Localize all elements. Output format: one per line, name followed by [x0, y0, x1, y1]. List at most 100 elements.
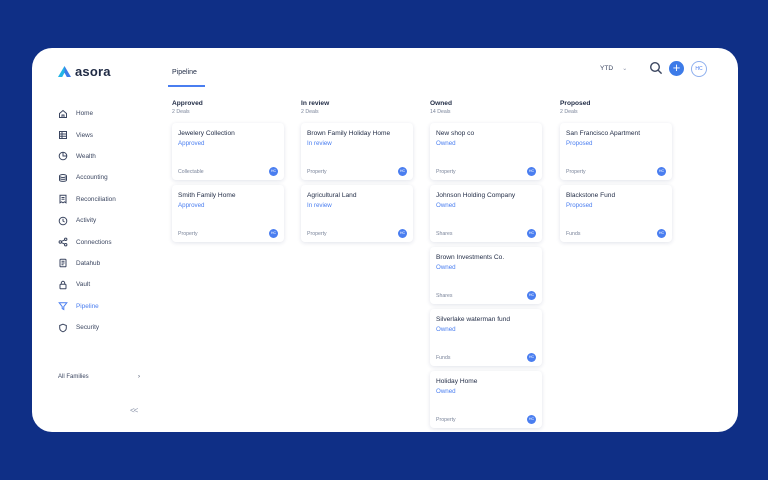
deal-type: Collectable	[178, 169, 204, 175]
period-selector[interactable]: YTD ⌄	[600, 65, 627, 72]
sidebar-item-label: Accounting	[76, 174, 108, 182]
deal-title: Jewelery Collection	[178, 130, 235, 137]
sidebar-item-label: Reconciliation	[76, 195, 116, 203]
deal-card[interactable]: Agricultural Land In review Property HC	[301, 185, 413, 242]
deal-type: Funds	[566, 231, 581, 237]
deal-card[interactable]: Jewelery Collection Approved Collectable HC	[172, 123, 284, 180]
deal-status: Owned	[436, 326, 456, 333]
owner-badge: HC	[398, 229, 407, 238]
grid-icon	[59, 131, 67, 140]
deal-title: Johnson Holding Company	[436, 192, 516, 199]
share-icon	[58, 237, 68, 247]
sidebar-item-reconciliation[interactable]: Reconciliation	[58, 189, 116, 210]
asora-logo-icon	[58, 66, 71, 77]
pipeline-column-proposed: Proposed 2 Deals San Francisco Apartment Pr…	[560, 100, 672, 247]
app-logo[interactable]: asora	[58, 64, 111, 79]
owner-badge: HC	[657, 229, 666, 238]
sidebar-item-accounting[interactable]: Accounting	[58, 167, 116, 188]
add-button[interactable]: +	[669, 61, 684, 76]
column-title: Proposed	[560, 100, 591, 107]
owner-badge: HC	[269, 167, 278, 176]
active-tab-indicator	[168, 85, 205, 87]
deal-status: Proposed	[566, 202, 593, 209]
avatar[interactable]: HC	[691, 61, 707, 77]
sidebar-nav: Home Views Wealth Accounting Reconciliat…	[58, 103, 116, 338]
sidebar-item-label: Views	[76, 131, 93, 139]
chevron-right-icon: ›	[138, 374, 140, 380]
owner-badge: HC	[398, 167, 407, 176]
deal-card[interactable]: Blackstone Fund Proposed Funds HC	[560, 185, 672, 242]
sidebar-item-label: Vault	[76, 281, 91, 289]
owner-badge: HC	[527, 291, 536, 300]
sidebar-item-label: Wealth	[76, 152, 96, 160]
sidebar-item-datahub[interactable]: Datahub	[58, 253, 116, 274]
deal-status: Owned	[436, 140, 456, 147]
column-title: Owned	[430, 100, 452, 107]
clock-icon	[58, 216, 68, 225]
deal-title: Brown Investments Co.	[436, 254, 505, 261]
search-icon[interactable]	[649, 61, 663, 75]
deal-type: Property	[566, 169, 586, 175]
deal-status: In review	[307, 140, 332, 147]
deal-type: Property	[436, 417, 456, 423]
sidebar-item-security[interactable]: Security	[58, 317, 116, 338]
tab-pipeline[interactable]: Pipeline	[172, 69, 197, 76]
deal-card[interactable]: Brown Family Holiday Home In review Proper…	[301, 123, 413, 180]
pie-chart-icon	[58, 152, 68, 161]
deal-card[interactable]: Smith Family Home Approved Property HC	[172, 185, 284, 242]
sidebar-item-pipeline[interactable]: Pipeline	[58, 296, 116, 317]
deal-type: Property	[436, 169, 456, 175]
deal-title: Holiday Home	[436, 378, 478, 385]
deal-card[interactable]: San Francisco Apartment Proposed Property H…	[560, 123, 672, 180]
lock-icon	[59, 280, 67, 290]
deal-card[interactable]: Silverlake waterman fund Owned Funds HC	[430, 309, 542, 366]
column-deal-count: 14 Deals	[430, 109, 451, 115]
sidebar-item-label: Datahub	[76, 259, 101, 267]
sidebar-item-views[interactable]: Views	[58, 124, 116, 145]
all-families-label: All Families	[58, 374, 89, 380]
owner-badge: HC	[527, 167, 536, 176]
shield-icon	[59, 323, 67, 332]
chevron-down-icon: ⌄	[622, 66, 628, 72]
column-title: In review	[301, 100, 330, 107]
pipeline-column-approved: Approved 2 Deals Jewelery Collection Approv…	[172, 100, 284, 247]
column-deal-count: 2 Deals	[172, 109, 190, 115]
deal-status: Proposed	[566, 140, 593, 147]
deal-type: Shares	[436, 293, 453, 299]
deal-title: Smith Family Home	[178, 192, 236, 199]
deal-title: Brown Family Holiday Home	[307, 130, 391, 137]
column-deal-count: 2 Deals	[560, 109, 578, 115]
deal-title: New shop co	[436, 130, 475, 137]
sidebar-item-label: Pipeline	[76, 302, 99, 310]
deal-card[interactable]: New shop co Owned Property HC	[430, 123, 542, 180]
sidebar-item-label: Security	[76, 324, 100, 332]
sidebar-item-connections[interactable]: Connections	[58, 231, 116, 252]
owner-badge: HC	[269, 229, 278, 238]
deal-title: Blackstone Fund	[566, 192, 616, 199]
deal-status: Owned	[436, 388, 456, 395]
sidebar-item-label: Activity	[76, 217, 97, 225]
deal-status: Approved	[178, 202, 205, 209]
deal-card[interactable]: Holiday Home Owned Property HC	[430, 371, 542, 428]
deal-status: In review	[307, 202, 332, 209]
sidebar-item-wealth[interactable]: Wealth	[58, 146, 116, 167]
deal-type: Property	[178, 231, 198, 237]
deal-card[interactable]: Brown Investments Co. Owned Shares HC	[430, 247, 542, 304]
deal-type: Shares	[436, 231, 453, 237]
pipeline-column-owned: Owned 14 Deals New shop co Owned Property HC J…	[430, 100, 542, 432]
sidebar-item-vault[interactable]: Vault	[58, 274, 116, 295]
deal-status: Owned	[436, 202, 456, 209]
app-window: asora Home Views Wealth Accounting Recon…	[32, 48, 738, 432]
pipeline-column-in-review: In review 2 Deals Brown Family Holiday Hom…	[301, 100, 413, 247]
all-families-selector[interactable]: All Families ›	[58, 374, 140, 380]
deal-card[interactable]: Johnson Holding Company Owned Shares HC	[430, 185, 542, 242]
sidebar: asora Home Views Wealth Accounting Recon…	[32, 48, 162, 432]
deal-status: Approved	[178, 140, 205, 147]
sidebar-item-label: Connections	[76, 238, 112, 246]
sidebar-item-activity[interactable]: Activity	[58, 210, 116, 231]
sidebar-item-home[interactable]: Home	[58, 103, 116, 124]
coins-icon	[59, 173, 67, 182]
funnel-icon	[58, 302, 68, 311]
collapse-sidebar-button[interactable]: <<	[130, 406, 138, 415]
deal-title: San Francisco Apartment	[566, 130, 641, 137]
